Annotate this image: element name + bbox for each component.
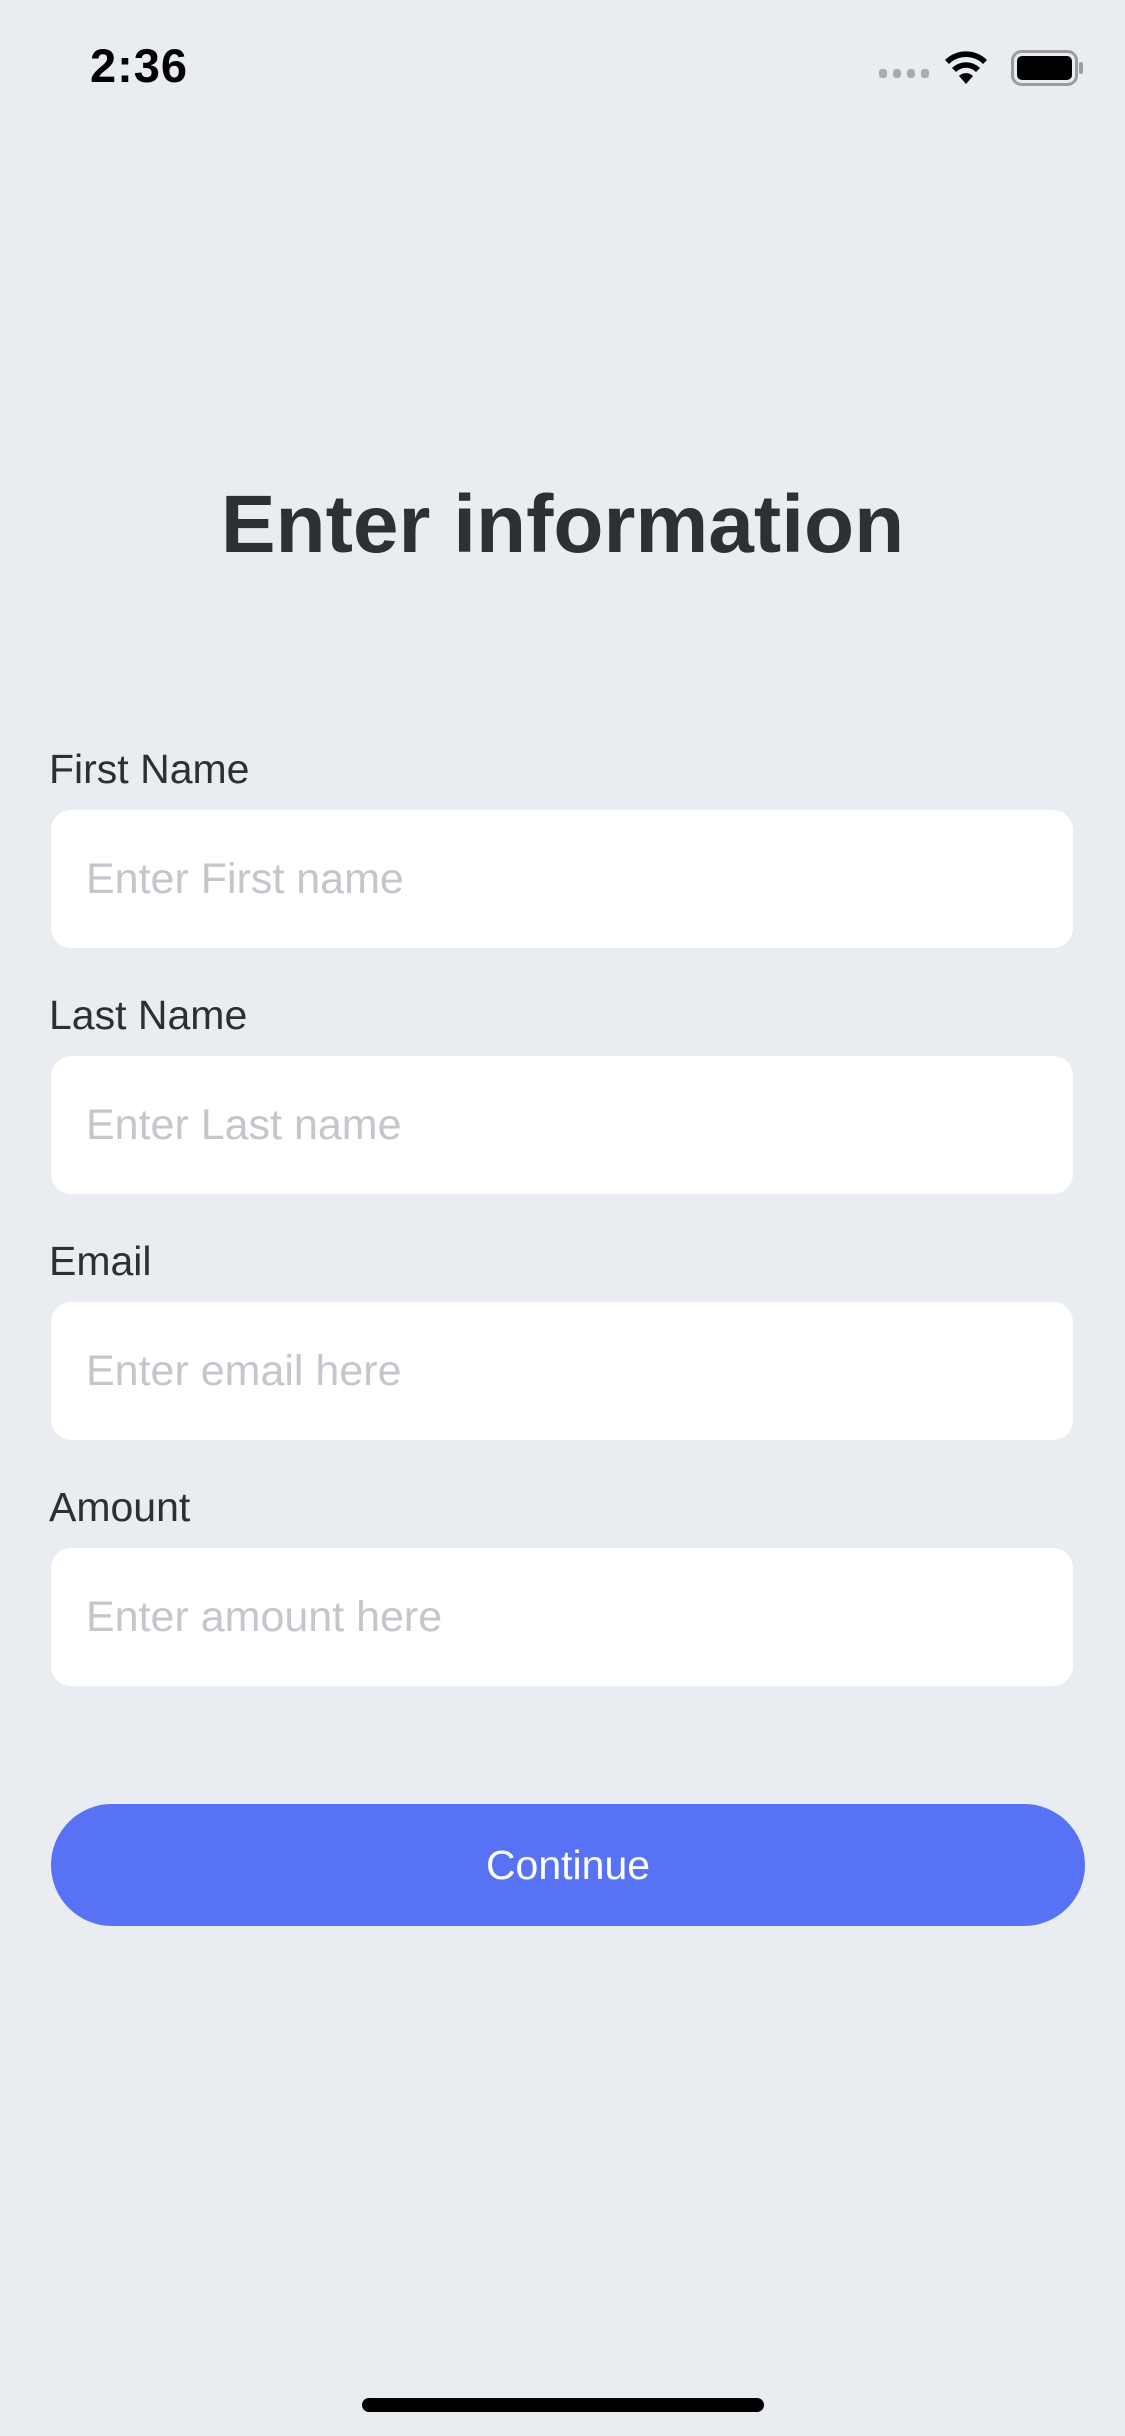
amount-input[interactable] [51,1548,1073,1686]
continue-button[interactable]: Continue [51,1804,1085,1926]
amount-field[interactable] [51,1548,1073,1686]
status-icons [879,50,1085,86]
home-indicator[interactable] [362,2398,764,2412]
first-name-input[interactable] [51,810,1073,948]
email-field[interactable] [51,1302,1073,1440]
cellular-signal-icon [879,68,929,78]
last-name-label: Last Name [49,992,248,1038]
email-label: Email [49,1238,152,1284]
last-name-input[interactable] [51,1056,1073,1194]
status-bar: 2:36 [0,0,1125,132]
status-time: 2:36 [90,39,189,92]
wifi-icon [945,51,987,84]
battery-icon [1011,50,1083,86]
first-name-field[interactable] [51,810,1073,948]
email-input[interactable] [51,1302,1073,1440]
page-title: Enter information [220,479,905,570]
first-name-label: First Name [49,746,250,792]
last-name-field[interactable] [51,1056,1073,1194]
amount-label: Amount [49,1484,191,1530]
